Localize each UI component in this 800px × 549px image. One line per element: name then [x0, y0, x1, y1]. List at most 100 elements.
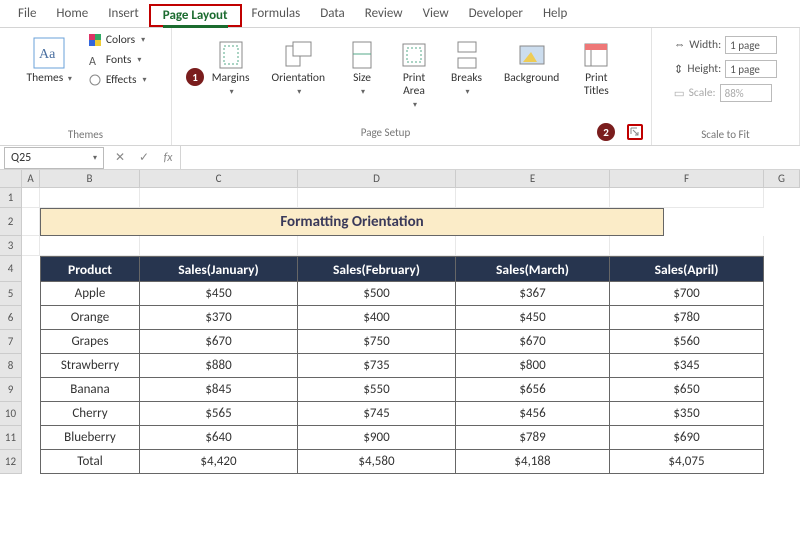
total-feb[interactable]: $4,580: [298, 450, 456, 474]
row-9[interactable]: 9: [0, 378, 22, 402]
col-b[interactable]: B: [40, 170, 140, 187]
colors-button[interactable]: Colors▾: [84, 32, 151, 48]
table-row[interactable]: $750: [298, 330, 456, 354]
table-row[interactable]: $745: [298, 402, 456, 426]
table-row[interactable]: $670: [140, 330, 298, 354]
print-titles-button[interactable]: Print Titles: [575, 36, 617, 102]
total-mar[interactable]: $4,188: [456, 450, 610, 474]
table-row[interactable]: $560: [610, 330, 764, 354]
table-row[interactable]: $550: [298, 378, 456, 402]
tab-home[interactable]: Home: [46, 0, 98, 27]
table-row[interactable]: $880: [140, 354, 298, 378]
tab-insert[interactable]: Insert: [98, 0, 149, 27]
table-row[interactable]: $345: [610, 354, 764, 378]
row-2[interactable]: 2: [0, 208, 22, 236]
total-label[interactable]: Total: [40, 450, 140, 474]
table-row[interactable]: $900: [298, 426, 456, 450]
row-6[interactable]: 6: [0, 306, 22, 330]
header-mar[interactable]: Sales(March): [456, 256, 610, 282]
table-row[interactable]: $780: [610, 306, 764, 330]
svg-text:Aa: Aa: [39, 47, 56, 62]
themes-button[interactable]: Aa Themes ▾: [20, 32, 77, 89]
total-jan[interactable]: $4,420: [140, 450, 298, 474]
ribbon: Aa Themes ▾ Colors▾ A Fonts▾ Effects▾: [0, 28, 800, 146]
table-row[interactable]: $450: [456, 306, 610, 330]
table-row[interactable]: $456: [456, 402, 610, 426]
fx-icon[interactable]: fx: [156, 151, 180, 165]
col-c[interactable]: C: [140, 170, 298, 187]
table-row[interactable]: $670: [456, 330, 610, 354]
row-11[interactable]: 11: [0, 426, 22, 450]
effects-button[interactable]: Effects▾: [84, 72, 151, 88]
table-row[interactable]: $690: [610, 426, 764, 450]
table-row[interactable]: Strawberry: [40, 354, 140, 378]
table-row[interactable]: Apple: [40, 282, 140, 306]
breaks-button[interactable]: Breaks▾: [445, 36, 488, 102]
margins-button[interactable]: Margins▾: [206, 36, 256, 102]
select-all-cell[interactable]: [0, 170, 22, 187]
table-row[interactable]: Banana: [40, 378, 140, 402]
table-row[interactable]: $370: [140, 306, 298, 330]
row-1[interactable]: 1: [0, 188, 22, 208]
column-headers: A B C D E F G: [0, 170, 800, 188]
header-apr[interactable]: Sales(April): [610, 256, 764, 282]
page-setup-dialog-launcher[interactable]: [627, 124, 643, 140]
header-product[interactable]: Product: [40, 256, 140, 282]
table-row[interactable]: Cherry: [40, 402, 140, 426]
row-10[interactable]: 10: [0, 402, 22, 426]
tab-view[interactable]: View: [413, 0, 459, 27]
row-7[interactable]: 7: [0, 330, 22, 354]
table-row[interactable]: $700: [610, 282, 764, 306]
row-8[interactable]: 8: [0, 354, 22, 378]
print-area-button[interactable]: Print Area▾: [393, 36, 435, 114]
tab-file[interactable]: File: [8, 0, 46, 27]
cancel-formula-icon[interactable]: ✕: [108, 150, 132, 165]
table-row[interactable]: $367: [456, 282, 610, 306]
table-row[interactable]: $800: [456, 354, 610, 378]
col-f[interactable]: F: [610, 170, 764, 187]
orientation-button[interactable]: Orientation▾: [265, 36, 331, 102]
table-row[interactable]: $400: [298, 306, 456, 330]
header-feb[interactable]: Sales(February): [298, 256, 456, 282]
table-row[interactable]: $656: [456, 378, 610, 402]
row-12[interactable]: 12: [0, 450, 22, 474]
table-row[interactable]: $650: [610, 378, 764, 402]
table-row[interactable]: Blueberry: [40, 426, 140, 450]
confirm-formula-icon[interactable]: ✓: [132, 150, 156, 165]
table-row[interactable]: Orange: [40, 306, 140, 330]
table-row[interactable]: $735: [298, 354, 456, 378]
print-area-icon: [399, 40, 429, 70]
table-row[interactable]: $845: [140, 378, 298, 402]
tab-developer[interactable]: Developer: [459, 0, 533, 27]
table-row[interactable]: $565: [140, 402, 298, 426]
tab-formulas[interactable]: Formulas: [242, 0, 311, 27]
col-g[interactable]: G: [764, 170, 800, 187]
col-e[interactable]: E: [456, 170, 610, 187]
table-row[interactable]: $640: [140, 426, 298, 450]
formula-input[interactable]: [180, 146, 800, 169]
row-4[interactable]: 4: [0, 256, 22, 282]
header-jan[interactable]: Sales(January): [140, 256, 298, 282]
table-row[interactable]: $350: [610, 402, 764, 426]
col-a[interactable]: A: [22, 170, 40, 187]
table-row[interactable]: $450: [140, 282, 298, 306]
tab-data[interactable]: Data: [310, 0, 355, 27]
background-button[interactable]: Background: [498, 36, 565, 89]
tab-review[interactable]: Review: [355, 0, 413, 27]
name-box[interactable]: Q25▾: [4, 147, 104, 169]
size-button[interactable]: Size▾: [341, 36, 383, 102]
table-row[interactable]: $789: [456, 426, 610, 450]
fonts-button[interactable]: A Fonts▾: [84, 52, 151, 68]
table-row[interactable]: Grapes: [40, 330, 140, 354]
row-5[interactable]: 5: [0, 282, 22, 306]
col-d[interactable]: D: [298, 170, 456, 187]
title-cell[interactable]: Formatting Orientation: [40, 208, 664, 236]
width-control[interactable]: ⇔ Width: 1 page: [674, 36, 777, 54]
table-row[interactable]: $500: [298, 282, 456, 306]
tab-help[interactable]: Help: [533, 0, 577, 27]
annotation-step-2: 2: [597, 123, 615, 141]
tab-page-layout[interactable]: Page Layout: [157, 4, 234, 27]
height-control[interactable]: ⇕ Height: 1 page: [674, 60, 777, 78]
total-apr[interactable]: $4,075: [610, 450, 764, 474]
row-3[interactable]: 3: [0, 236, 22, 256]
